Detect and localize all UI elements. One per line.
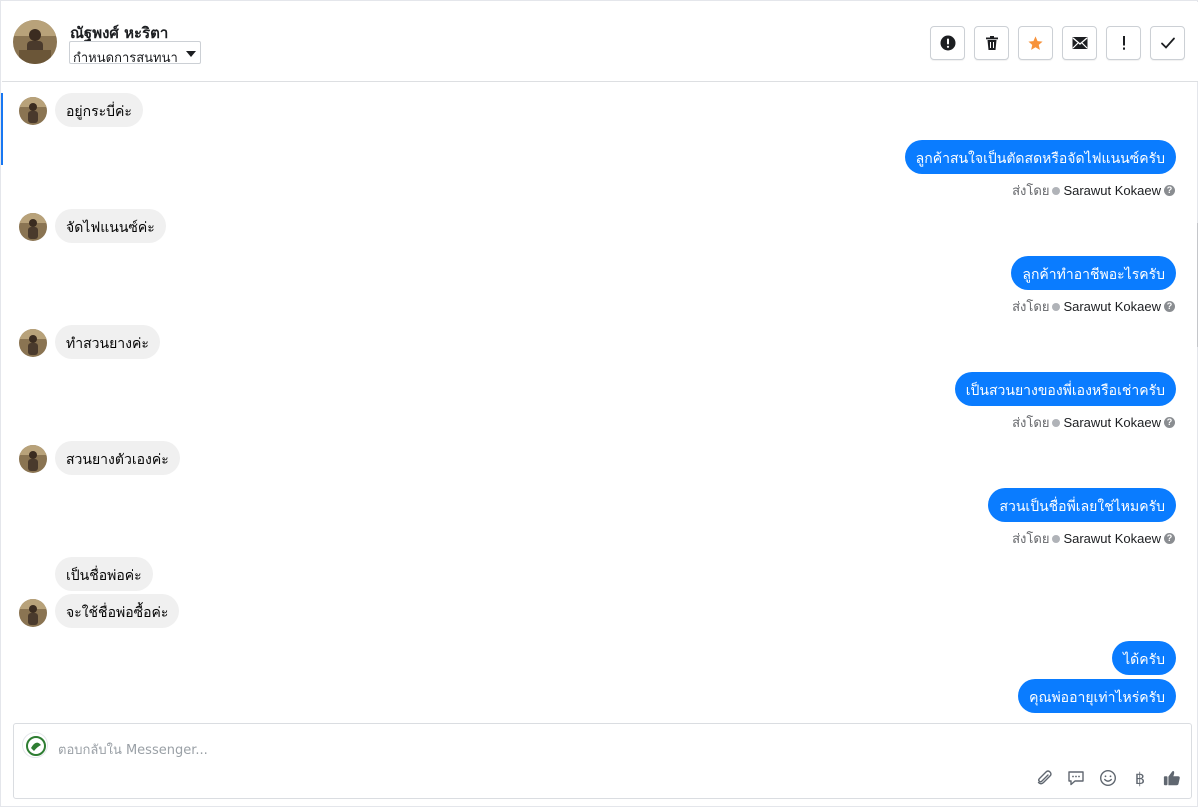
composer-tools: ฿: [1035, 768, 1181, 788]
sent-by-info: ส่งโดย Sarawut Kokaew ?: [1012, 528, 1175, 549]
outgoing-message[interactable]: เป็นสวนยางของพี่เองหรือเช่าครับ: [954, 372, 1176, 406]
help-icon[interactable]: ?: [1164, 185, 1175, 196]
mark-unread-button[interactable]: [1062, 26, 1097, 60]
verified-icon: [1052, 302, 1061, 311]
agent-name[interactable]: Sarawut Kokaew: [1063, 531, 1161, 546]
alert-circle-icon: [940, 35, 955, 51]
incoming-message[interactable]: ทำสวนยางค่ะ: [55, 325, 160, 359]
verified-icon: [1052, 186, 1061, 195]
trash-icon: [985, 36, 998, 50]
star-icon: [1028, 35, 1043, 50]
outgoing-message[interactable]: คุณพ่ออายุเท่าไหร่ครับ: [1018, 679, 1176, 713]
contact-avatar[interactable]: [13, 20, 57, 64]
sender-avatar: [19, 97, 47, 125]
saved-reply-icon: [1068, 771, 1084, 786]
envelope-icon: [1072, 37, 1087, 49]
sent-by-info: ส่งโดย Sarawut Kokaew ?: [1012, 296, 1175, 317]
sender-avatar: [19, 329, 47, 357]
follow-up-button[interactable]: [1106, 26, 1141, 60]
outgoing-message[interactable]: ลูกค้าสนใจเป็นตัดสดหรือจัดไฟแนนซ์ครับ: [904, 140, 1176, 174]
agent-name[interactable]: Sarawut Kokaew: [1063, 299, 1161, 314]
agent-name[interactable]: Sarawut Kokaew: [1063, 415, 1161, 430]
sent-by-label: ส่งโดย: [1012, 532, 1050, 547]
help-icon[interactable]: ?: [1164, 533, 1175, 544]
conversation-dropdown-label: กำหนดการสนทนา: [73, 51, 178, 64]
exclamation-icon: [1122, 36, 1125, 50]
help-icon[interactable]: ?: [1164, 417, 1175, 428]
incoming-message[interactable]: อยู่กระบี่ค่ะ: [55, 93, 143, 127]
sent-by-info: ส่งโดย Sarawut Kokaew ?: [1012, 412, 1175, 433]
incoming-message[interactable]: จัดไฟแนนซ์ค่ะ: [55, 209, 166, 243]
delete-button[interactable]: [974, 26, 1009, 60]
check-icon: [1160, 37, 1175, 49]
conversation-dropdown[interactable]: กำหนดการสนทนา: [69, 41, 201, 64]
spam-button[interactable]: [930, 26, 965, 60]
message-thread[interactable]: อยู่กระบี่ค่ะ ลูกค้าสนใจเป็นตัดสดหรือจัด…: [2, 83, 1198, 719]
like-button[interactable]: [1163, 769, 1181, 787]
verified-icon: [1052, 418, 1061, 427]
caret-down-icon: [186, 51, 196, 57]
emoji-button[interactable]: [1099, 769, 1117, 787]
sent-by-label: ส่งโดย: [1012, 300, 1050, 315]
baht-icon: ฿: [1134, 768, 1146, 788]
emoji-icon: [1099, 769, 1117, 787]
star-button[interactable]: [1018, 26, 1053, 60]
messenger-window: ณัฐพงศ์ หะริตา กำหนดการสนทนา อยู่กระบี่ค…: [0, 0, 1198, 807]
paperclip-icon: [1037, 770, 1052, 785]
mark-done-button[interactable]: [1150, 26, 1185, 60]
incoming-message[interactable]: เป็นชื่อพ่อค่ะ: [55, 557, 153, 591]
reply-input[interactable]: [58, 740, 658, 760]
sender-avatar: [19, 445, 47, 473]
payment-button[interactable]: ฿: [1131, 768, 1149, 788]
outgoing-message[interactable]: ได้ครับ: [1112, 641, 1176, 675]
page-avatar: [22, 732, 48, 758]
thumbs-up-icon: [1163, 771, 1180, 786]
incoming-message[interactable]: จะใช้ชื่อพ่อซื้อค่ะ: [55, 594, 180, 628]
help-icon[interactable]: ?: [1164, 301, 1175, 312]
sent-by-info: ส่งโดย Sarawut Kokaew ?: [1012, 180, 1175, 201]
header-actions: [930, 26, 1185, 60]
sender-avatar: [19, 599, 47, 627]
saved-reply-button[interactable]: [1067, 769, 1085, 787]
outgoing-message[interactable]: ลูกค้าทำอาชีพอะไรครับ: [1011, 256, 1176, 290]
verified-icon: [1052, 534, 1061, 543]
agent-name[interactable]: Sarawut Kokaew: [1063, 183, 1161, 198]
conversation-header: ณัฐพงศ์ หะริตา กำหนดการสนทนา: [2, 2, 1198, 82]
sent-by-label: ส่งโดย: [1012, 416, 1050, 431]
outgoing-message[interactable]: สวนเป็นชื่อพี่เลยใช่ไหมครับ: [988, 488, 1176, 522]
sent-by-label: ส่งโดย: [1012, 184, 1050, 199]
reply-composer: ฿: [13, 723, 1192, 799]
incoming-message[interactable]: สวนยางตัวเองค่ะ: [55, 441, 180, 475]
sender-avatar: [19, 213, 47, 241]
attach-button[interactable]: [1035, 769, 1053, 787]
